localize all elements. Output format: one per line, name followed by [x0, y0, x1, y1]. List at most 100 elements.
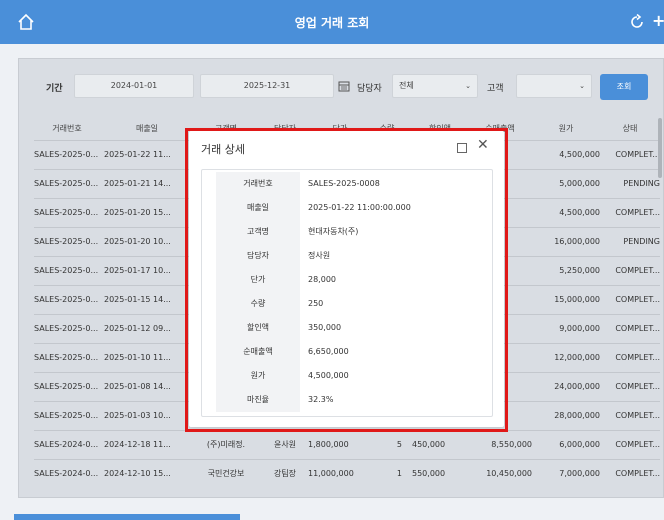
- table-cell: SALES-2025-0...: [34, 342, 100, 372]
- col-header[interactable]: 거래번호: [34, 118, 100, 140]
- table-cell: SALES-2024-0...: [34, 429, 100, 459]
- table-scrollbar[interactable]: [658, 118, 662, 178]
- table-cell: COMPLET...: [600, 255, 660, 285]
- table-cell: COMPLET...: [600, 342, 660, 372]
- table-cell: 10,450,000: [468, 458, 532, 488]
- table-cell: 2025-01-17 10...: [100, 255, 190, 285]
- table-cell: SALES-2025-0...: [34, 197, 100, 227]
- table-cell: 5: [372, 429, 406, 459]
- detail-value: 350,000: [308, 323, 342, 332]
- manager-select-value: 전체: [399, 81, 414, 90]
- detail-value: 정사원: [308, 251, 331, 260]
- close-icon[interactable]: ✕: [477, 137, 489, 153]
- table-cell: COMPLET...: [600, 197, 660, 227]
- detail-value: 250: [308, 299, 324, 308]
- detail-row: 순매출액 6,650,000: [216, 340, 478, 364]
- detail-value: 4,500,000: [308, 371, 349, 380]
- detail-label: 원가: [216, 364, 300, 388]
- add-button[interactable]: +: [652, 11, 664, 30]
- table-cell: 550,000: [406, 458, 468, 488]
- table-cell: SALES-2025-0...: [34, 313, 100, 343]
- detail-value: SALES-2025-0008: [308, 179, 380, 188]
- table-cell: (주)미래정.: [190, 429, 262, 459]
- detail-label: 고객명: [216, 220, 300, 244]
- table-cell: 2024-12-18 11...: [100, 429, 190, 459]
- table-cell: 9,000,000: [532, 313, 600, 343]
- search-button[interactable]: 조회: [600, 74, 648, 100]
- table-cell: SALES-2024-0...: [34, 458, 100, 488]
- table-cell: 1,800,000: [308, 429, 372, 459]
- table-cell: COMPLET...: [600, 139, 660, 169]
- table-row[interactable]: SALES-2024-0... 2024-12-10 15... 국민건강보 강팀장 1…: [34, 458, 660, 488]
- detail-value: 2025-01-22 11:00:00.000: [308, 203, 411, 212]
- table-cell: 2025-01-22 11...: [100, 139, 190, 169]
- detail-row: 고객명 현대자동차(주): [216, 220, 478, 244]
- detail-value: 32.3%: [308, 395, 334, 404]
- detail-label: 거래번호: [216, 172, 300, 196]
- detail-row: 할인액 350,000: [216, 316, 478, 340]
- table-cell: COMPLET...: [600, 429, 660, 459]
- detail-fields: 거래번호 SALES-2025-0008 매출일 2025-01-22 11:00:0…: [201, 169, 493, 417]
- detail-label: 수량: [216, 292, 300, 316]
- detail-value: 28,000: [308, 275, 336, 284]
- table-cell: 11,000,000: [308, 458, 372, 488]
- calendar-icon[interactable]: [338, 80, 350, 92]
- detail-row: 매출일 2025-01-22 11:00:00.000: [216, 196, 478, 220]
- table-cell: SALES-2025-0...: [34, 255, 100, 285]
- col-header[interactable]: 원가: [532, 118, 600, 140]
- table-cell: PENDING: [600, 226, 660, 256]
- table-cell: 2025-01-21 14...: [100, 168, 190, 198]
- customer-label: 고객: [487, 84, 504, 94]
- page-title: 영업 거래 조회: [294, 16, 370, 30]
- table-cell: 15,000,000: [532, 284, 600, 314]
- table-cell: 국민건강보: [190, 458, 262, 488]
- refresh-icon[interactable]: [628, 13, 646, 31]
- end-date-input[interactable]: 2025-12-31: [200, 74, 334, 98]
- bottom-panel-edge: [14, 514, 240, 520]
- col-header[interactable]: 상태: [600, 118, 660, 140]
- table-cell: 4,500,000: [532, 139, 600, 169]
- table-cell: COMPLET...: [600, 458, 660, 488]
- detail-row: 거래번호 SALES-2025-0008: [216, 172, 478, 196]
- table-cell: 7,000,000: [532, 458, 600, 488]
- detail-value: 현대자동차(주): [308, 227, 359, 236]
- detail-value: 6,650,000: [308, 347, 349, 356]
- customer-select[interactable]: ⌄: [516, 74, 592, 98]
- detail-row: 담당자 정사원: [216, 244, 478, 268]
- detail-label: 단가: [216, 268, 300, 292]
- manager-label: 담당자: [357, 84, 382, 94]
- table-cell: 12,000,000: [532, 342, 600, 372]
- table-cell: 2025-01-15 14...: [100, 284, 190, 314]
- table-cell: 24,000,000: [532, 371, 600, 401]
- detail-row: 마진율 32.3%: [216, 388, 478, 412]
- manager-select[interactable]: 전체 ⌄: [392, 74, 478, 98]
- table-cell: 5,000,000: [532, 168, 600, 198]
- table-cell: 5,250,000: [532, 255, 600, 285]
- table-cell: SALES-2025-0...: [34, 284, 100, 314]
- table-cell: 윤사원: [262, 429, 308, 459]
- table-cell: 2025-01-08 14...: [100, 371, 190, 401]
- table-cell: 2025-01-12 09...: [100, 313, 190, 343]
- table-cell: 2025-01-20 10...: [100, 226, 190, 256]
- table-row[interactable]: SALES-2024-0... 2024-12-18 11... (주)미래정. 윤사…: [34, 429, 660, 459]
- col-header[interactable]: 매출일: [100, 118, 190, 140]
- period-label: 기간: [46, 84, 63, 94]
- detail-row: 수량 250: [216, 292, 478, 316]
- maximize-icon[interactable]: [457, 143, 467, 153]
- table-cell: COMPLET...: [600, 284, 660, 314]
- detail-label: 매출일: [216, 196, 300, 220]
- chevron-down-icon: ⌄: [579, 82, 585, 90]
- detail-row: 단가 28,000: [216, 268, 478, 292]
- start-date-input[interactable]: 2024-01-01: [74, 74, 194, 98]
- detail-label: 담당자: [216, 244, 300, 268]
- table-cell: SALES-2025-0...: [34, 139, 100, 169]
- detail-row: 원가 4,500,000: [216, 364, 478, 388]
- table-cell: COMPLET...: [600, 313, 660, 343]
- table-cell: 4,500,000: [532, 197, 600, 227]
- table-cell: SALES-2025-0...: [34, 168, 100, 198]
- table-cell: SALES-2025-0...: [34, 371, 100, 401]
- table-cell: 16,000,000: [532, 226, 600, 256]
- chevron-down-icon: ⌄: [465, 82, 471, 90]
- table-cell: PENDING: [600, 168, 660, 198]
- detail-label: 마진율: [216, 388, 300, 412]
